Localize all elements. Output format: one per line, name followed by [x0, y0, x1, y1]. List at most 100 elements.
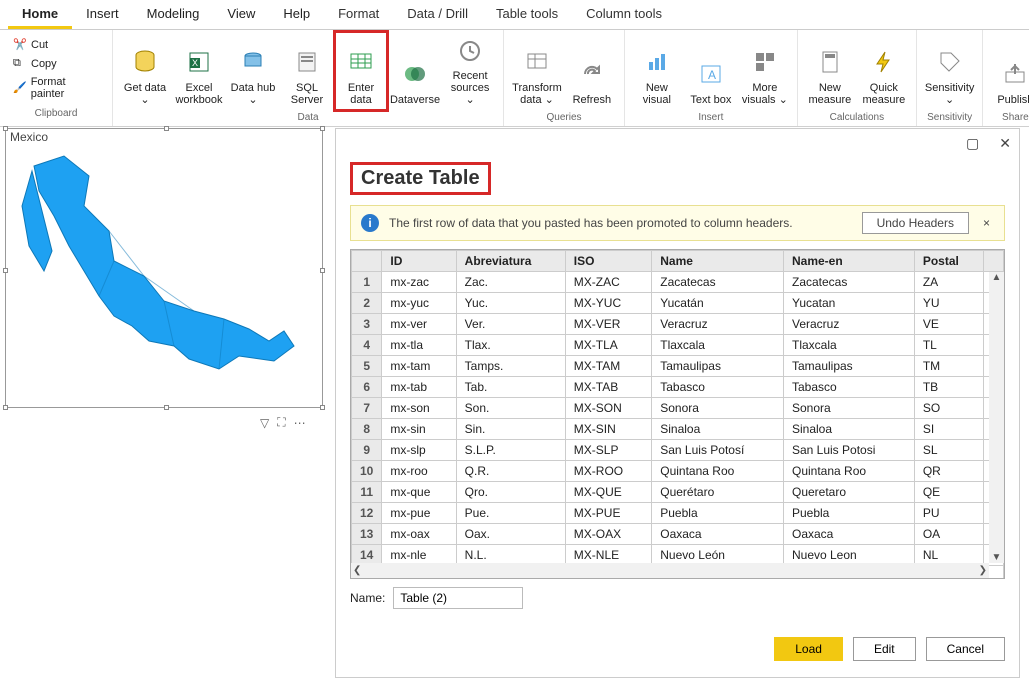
table-cell[interactable]: Pue. — [456, 503, 565, 524]
column-header[interactable]: ID — [382, 251, 456, 272]
new-measure-button[interactable]: New measure — [804, 32, 856, 110]
table-cell[interactable]: MX-TAB — [565, 377, 651, 398]
table-cell[interactable]: mx-yuc — [382, 293, 456, 314]
table-cell[interactable]: Queretaro — [783, 482, 914, 503]
undo-headers-button[interactable]: Undo Headers — [862, 212, 969, 234]
table-cell[interactable]: Tamaulipas — [652, 356, 784, 377]
table-cell[interactable]: TL — [914, 335, 983, 356]
more-options-icon[interactable]: ⋯ — [294, 416, 306, 430]
table-cell[interactable]: MX-TLA — [565, 335, 651, 356]
table-cell[interactable]: MX-PUE — [565, 503, 651, 524]
table-cell[interactable]: Oax. — [456, 524, 565, 545]
table-cell[interactable]: mx-slp — [382, 440, 456, 461]
table-cell[interactable]: MX-VER — [565, 314, 651, 335]
table-cell[interactable]: TB — [914, 377, 983, 398]
table-cell[interactable]: Puebla — [652, 503, 784, 524]
publish-button[interactable]: Publish — [989, 32, 1029, 110]
table-cell[interactable]: MX-SIN — [565, 419, 651, 440]
table-cell[interactable]: ZA — [914, 272, 983, 293]
filter-icon[interactable]: ▽ — [260, 416, 269, 430]
copy-button[interactable]: ⧉Copy — [10, 55, 102, 73]
table-cell[interactable]: Quintana Roo — [652, 461, 784, 482]
tab-modeling[interactable]: Modeling — [133, 0, 214, 29]
format-painter-button[interactable]: 🖌️Format painter — [10, 74, 102, 102]
table-cell[interactable]: QR — [914, 461, 983, 482]
cancel-button[interactable]: Cancel — [926, 637, 1005, 661]
table-cell[interactable]: Zacatecas — [783, 272, 914, 293]
table-cell[interactable]: MX-SON — [565, 398, 651, 419]
table-cell[interactable]: Sinaloa — [652, 419, 784, 440]
table-cell[interactable]: MX-YUC — [565, 293, 651, 314]
table-cell[interactable]: Tabasco — [783, 377, 914, 398]
table-cell[interactable]: SO — [914, 398, 983, 419]
table-cell[interactable]: Q.R. — [456, 461, 565, 482]
table-cell[interactable]: mx-sin — [382, 419, 456, 440]
tab-data-drill[interactable]: Data / Drill — [393, 0, 482, 29]
table-cell[interactable]: SL — [914, 440, 983, 461]
table-cell[interactable]: Son. — [456, 398, 565, 419]
table-cell[interactable]: Zac. — [456, 272, 565, 293]
table-cell[interactable]: Tab. — [456, 377, 565, 398]
edit-button[interactable]: Edit — [853, 637, 916, 661]
sensitivity-button[interactable]: Sensitivity ⌄ — [923, 32, 977, 110]
column-header[interactable]: Name — [652, 251, 784, 272]
table-cell[interactable]: mx-roo — [382, 461, 456, 482]
table-cell[interactable]: MX-TAM — [565, 356, 651, 377]
table-cell[interactable]: Veracruz — [652, 314, 784, 335]
table-cell[interactable]: Sonora — [783, 398, 914, 419]
table-cell[interactable]: Ver. — [456, 314, 565, 335]
table-cell[interactable]: PU — [914, 503, 983, 524]
table-cell[interactable]: mx-tla — [382, 335, 456, 356]
new-visual-button[interactable]: New visual — [631, 32, 683, 110]
tab-help[interactable]: Help — [269, 0, 324, 29]
table-cell[interactable]: MX-ZAC — [565, 272, 651, 293]
load-button[interactable]: Load — [774, 637, 843, 661]
info-close-icon[interactable]: × — [979, 216, 994, 230]
table-cell[interactable]: Yucatán — [652, 293, 784, 314]
recent-sources-button[interactable]: Recent sources ⌄ — [443, 32, 497, 110]
table-cell[interactable]: Oaxaca — [783, 524, 914, 545]
table-cell[interactable]: mx-son — [382, 398, 456, 419]
column-header[interactable]: Abreviatura — [456, 251, 565, 272]
tab-insert[interactable]: Insert — [72, 0, 133, 29]
more-visuals-button[interactable]: More visuals ⌄ — [739, 32, 791, 110]
table-cell[interactable]: Tamps. — [456, 356, 565, 377]
table-cell[interactable]: mx-que — [382, 482, 456, 503]
table-cell[interactable]: Zacatecas — [652, 272, 784, 293]
horizontal-scrollbar[interactable]: ❮❯ — [351, 563, 989, 578]
column-header[interactable]: ISO — [565, 251, 651, 272]
table-cell[interactable]: MX-ROO — [565, 461, 651, 482]
text-box-button[interactable]: AText box — [685, 32, 737, 110]
cut-button[interactable]: ✂️Cut — [10, 36, 102, 54]
table-cell[interactable]: Quintana Roo — [783, 461, 914, 482]
table-cell[interactable]: OA — [914, 524, 983, 545]
column-header[interactable]: Postal — [914, 251, 983, 272]
table-cell[interactable]: MX-SLP — [565, 440, 651, 461]
refresh-button[interactable]: Refresh — [566, 32, 618, 110]
table-cell[interactable]: Tabasco — [652, 377, 784, 398]
table-cell[interactable]: Sinaloa — [783, 419, 914, 440]
tab-format[interactable]: Format — [324, 0, 393, 29]
table-cell[interactable]: SI — [914, 419, 983, 440]
visual-mexico-map[interactable]: Mexico — [5, 128, 323, 408]
table-cell[interactable]: QE — [914, 482, 983, 503]
table-cell[interactable]: Sonora — [652, 398, 784, 419]
table-cell[interactable]: YU — [914, 293, 983, 314]
table-cell[interactable]: mx-ver — [382, 314, 456, 335]
vertical-scrollbar[interactable]: ▲▼ — [989, 272, 1004, 563]
transform-data-button[interactable]: Transform data ⌄ — [510, 32, 564, 110]
tab-view[interactable]: View — [213, 0, 269, 29]
table-cell[interactable]: Yucatan — [783, 293, 914, 314]
table-cell[interactable]: mx-tam — [382, 356, 456, 377]
table-cell[interactable]: San Luis Potosí — [652, 440, 784, 461]
table-cell[interactable]: Oaxaca — [652, 524, 784, 545]
get-data-button[interactable]: Get data ⌄ — [119, 32, 171, 110]
enter-data-button[interactable]: Enter data — [335, 32, 387, 110]
quick-measure-button[interactable]: Quick measure — [858, 32, 910, 110]
table-cell[interactable]: Puebla — [783, 503, 914, 524]
column-header[interactable]: Name-en — [783, 251, 914, 272]
table-cell[interactable]: Tamaulipas — [783, 356, 914, 377]
dialog-close-icon[interactable]: ✕ — [999, 135, 1011, 152]
table-cell[interactable]: San Luis Potosi — [783, 440, 914, 461]
sql-server-button[interactable]: SQL Server — [281, 32, 333, 110]
